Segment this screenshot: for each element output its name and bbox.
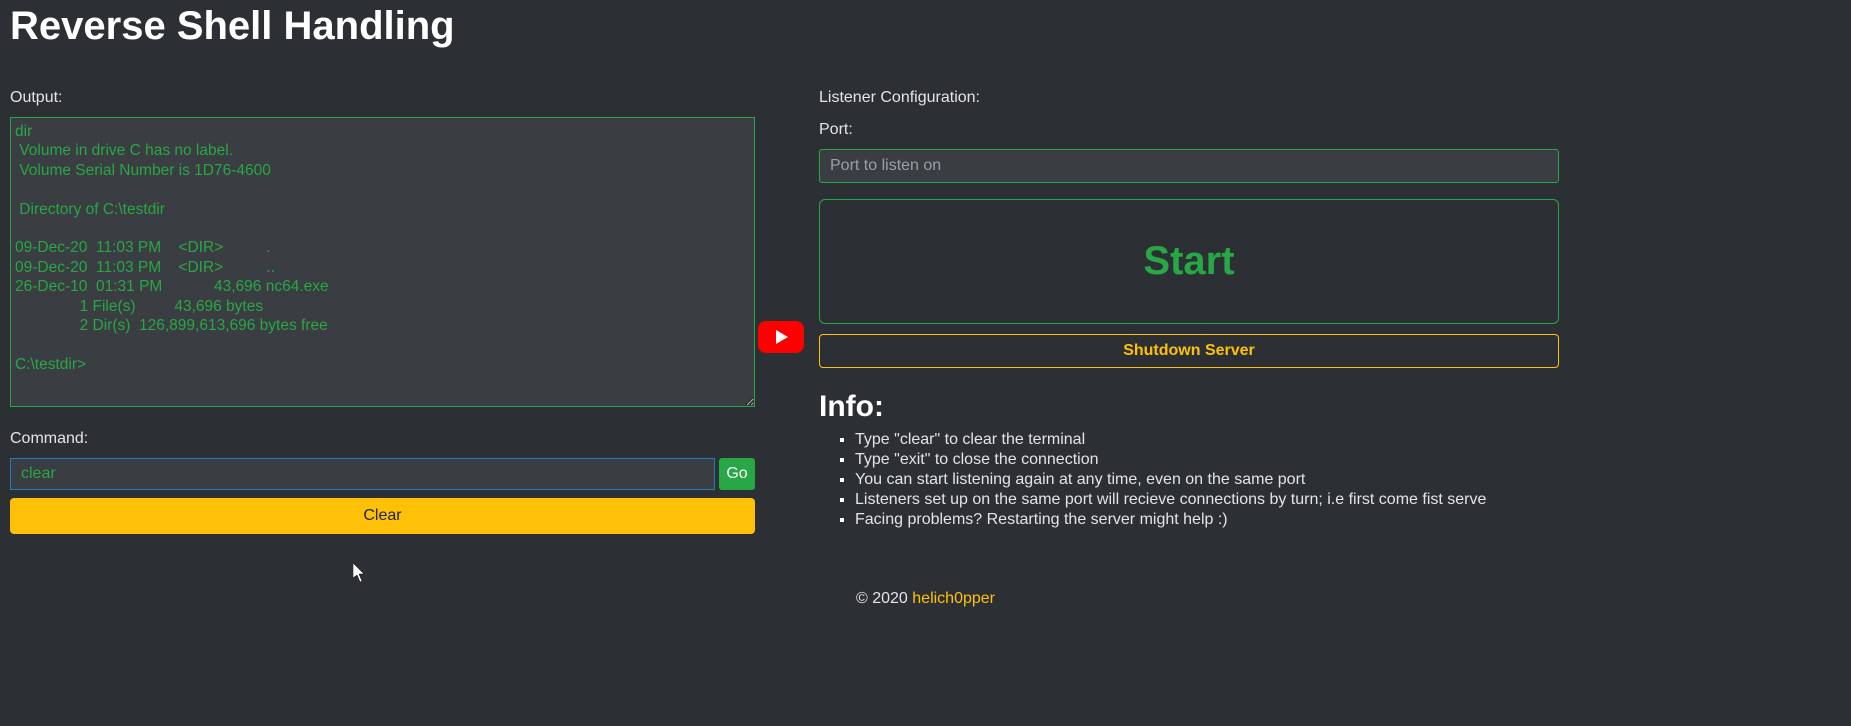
info-item: Listeners set up on the same port will r… bbox=[855, 490, 1559, 510]
info-heading: Info: bbox=[819, 390, 1559, 424]
mouse-cursor-icon bbox=[353, 563, 367, 583]
info-item: Facing problems? Restarting the server m… bbox=[855, 510, 1559, 530]
page-title: Reverse Shell Handling bbox=[10, 4, 1841, 49]
listener-heading: Listener Configuration: bbox=[819, 89, 1559, 107]
start-button[interactable]: Start bbox=[819, 199, 1559, 324]
output-panel: Output: Command: Go Clear bbox=[10, 89, 755, 534]
output-label: Output: bbox=[10, 89, 755, 107]
info-item: Type "exit" to close the connection bbox=[855, 450, 1559, 470]
footer-author-link[interactable]: helich0pper bbox=[912, 590, 995, 607]
command-label: Command: bbox=[10, 430, 755, 448]
footer-copyright: © 2020 bbox=[856, 590, 912, 607]
clear-button[interactable]: Clear bbox=[10, 498, 755, 534]
footer: © 2020 helich0pper bbox=[10, 590, 1841, 608]
info-list: Type "clear" to clear the terminal Type … bbox=[819, 430, 1559, 530]
shutdown-button[interactable]: Shutdown Server bbox=[819, 334, 1559, 368]
video-play-icon[interactable] bbox=[758, 321, 804, 353]
command-input[interactable] bbox=[10, 458, 715, 490]
info-item: Type "clear" to clear the terminal bbox=[855, 430, 1559, 450]
info-item: You can start listening again at any tim… bbox=[855, 470, 1559, 490]
output-terminal[interactable] bbox=[10, 117, 755, 407]
port-input[interactable] bbox=[819, 149, 1559, 183]
port-label: Port: bbox=[819, 121, 1559, 139]
go-button[interactable]: Go bbox=[719, 458, 755, 490]
listener-panel: Listener Configuration: Port: Start Shut… bbox=[819, 89, 1849, 530]
